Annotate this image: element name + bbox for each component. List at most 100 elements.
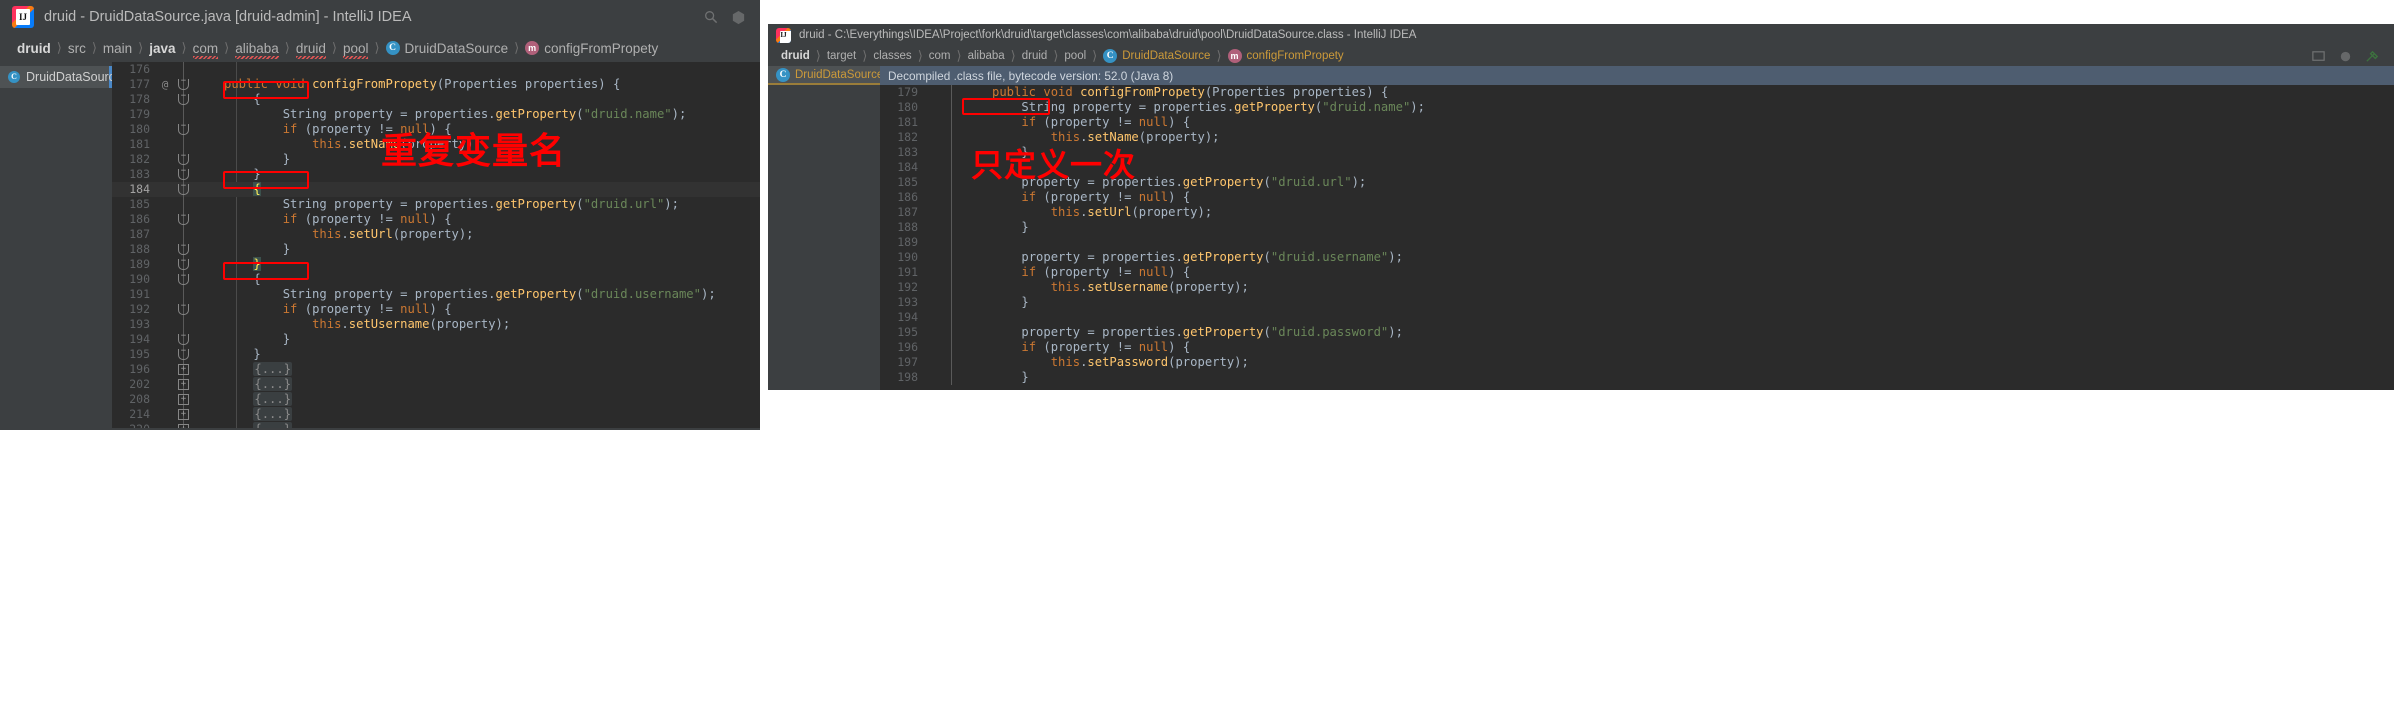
fold-collapse-icon[interactable] [178, 274, 189, 285]
fold-gutter[interactable] [172, 317, 194, 332]
fold-collapse-icon[interactable] [178, 184, 189, 195]
code-line[interactable]: 180 String property = properties.getProp… [880, 100, 2394, 115]
code-line[interactable]: 193 } [880, 295, 2394, 310]
fold-gutter[interactable] [940, 145, 962, 160]
code-line[interactable]: 186 if (property != null) { [112, 212, 760, 227]
fold-collapse-icon[interactable] [178, 214, 189, 225]
fold-gutter[interactable] [172, 392, 194, 407]
fold-gutter[interactable] [172, 77, 194, 92]
fold-gutter[interactable] [940, 325, 962, 340]
breadcrumb-item-2[interactable]: main [98, 41, 137, 56]
fold-gutter[interactable] [172, 167, 194, 182]
fold-gutter[interactable] [940, 100, 962, 115]
code-line[interactable]: 220 {...} [112, 422, 760, 428]
fold-gutter[interactable] [172, 257, 194, 272]
code-line[interactable]: 190 { [112, 272, 760, 287]
code-line[interactable]: 187 this.setUrl(property); [112, 227, 760, 242]
code-line[interactable]: 202 {...} [112, 377, 760, 392]
search-everywhere-icon[interactable] [704, 10, 719, 25]
breadcrumb-item-0[interactable]: druid [776, 50, 815, 62]
fold-gutter[interactable] [940, 340, 962, 355]
code-line[interactable]: 196 if (property != null) { [880, 340, 2394, 355]
code-line[interactable]: 178 { [112, 92, 760, 107]
code-line[interactable]: 193 this.setUsername(property); [112, 317, 760, 332]
fold-gutter[interactable] [940, 160, 962, 175]
fold-gutter[interactable] [940, 130, 962, 145]
code-line[interactable]: 188 } [880, 220, 2394, 235]
breadcrumb-item-0[interactable]: druid [12, 41, 56, 56]
code-line[interactable]: 188 } [112, 242, 760, 257]
breadcrumb-item-5[interactable]: druid [1017, 50, 1053, 62]
right-code-area[interactable]: 179 public void configFromPropety(Propert… [880, 85, 2394, 390]
fold-gutter[interactable] [940, 355, 962, 370]
fold-gutter[interactable] [172, 287, 194, 302]
fold-gutter[interactable] [172, 227, 194, 242]
breadcrumb-item-3[interactable]: java [144, 41, 180, 56]
ui-toggle-icon[interactable] [2338, 49, 2353, 64]
fold-gutter[interactable] [172, 122, 194, 137]
code-line[interactable]: 197 this.setPassword(property); [880, 355, 2394, 370]
code-line[interactable]: 185 String property = properties.getProp… [112, 197, 760, 212]
fold-expand-icon[interactable] [178, 424, 189, 428]
code-line[interactable]: 179 String property = properties.getProp… [112, 107, 760, 122]
fold-collapse-icon[interactable] [178, 334, 189, 345]
breadcrumb-item-method[interactable]: m configFromPropety [1223, 49, 1349, 63]
code-line[interactable]: 192 this.setUsername(property); [880, 280, 2394, 295]
fold-gutter[interactable] [172, 242, 194, 257]
fold-gutter[interactable] [172, 62, 194, 77]
fold-gutter[interactable] [172, 422, 194, 428]
fold-gutter[interactable] [940, 205, 962, 220]
code-line[interactable]: 191 if (property != null) { [880, 265, 2394, 280]
fold-collapse-icon[interactable] [178, 304, 189, 315]
fold-expand-icon[interactable] [178, 364, 189, 375]
fold-collapse-icon[interactable] [178, 349, 189, 360]
code-line[interactable]: 191 String property = properties.getProp… [112, 287, 760, 302]
fold-gutter[interactable] [940, 85, 962, 100]
breadcrumb-item-6[interactable]: druid [291, 41, 331, 59]
code-line[interactable]: 186 if (property != null) { [880, 190, 2394, 205]
fold-gutter[interactable] [940, 310, 962, 325]
code-line[interactable]: 177 @ public void configFromPropety(Proper… [112, 77, 760, 92]
fold-gutter[interactable] [172, 137, 194, 152]
fold-gutter[interactable] [172, 362, 194, 377]
code-line[interactable]: 198 } [880, 370, 2394, 385]
fold-gutter[interactable] [940, 265, 962, 280]
fold-expand-icon[interactable] [178, 409, 189, 420]
fold-gutter[interactable] [940, 220, 962, 235]
fold-expand-icon[interactable] [178, 379, 189, 390]
ui-toggle-icon[interactable] [731, 10, 746, 25]
code-line[interactable]: 194 } [112, 332, 760, 347]
fold-collapse-icon[interactable] [178, 259, 189, 270]
code-line[interactable]: 192 if (property != null) { [112, 302, 760, 317]
fold-gutter[interactable] [940, 295, 962, 310]
code-line[interactable]: 176 [112, 62, 760, 77]
breadcrumb-item-4[interactable]: com [188, 41, 224, 59]
code-line[interactable]: 179 public void configFromPropety(Propert… [880, 85, 2394, 100]
fold-gutter[interactable] [940, 115, 962, 130]
fold-collapse-icon[interactable] [178, 94, 189, 105]
code-line[interactable]: 189 } [112, 257, 760, 272]
fold-collapse-icon[interactable] [178, 154, 189, 165]
fold-gutter[interactable] [940, 235, 962, 250]
code-line[interactable]: 196 {...} [112, 362, 760, 377]
code-line[interactable]: 190 property = properties.getProperty("d… [880, 250, 2394, 265]
breadcrumb-item-1[interactable]: src [63, 41, 91, 56]
fold-gutter[interactable] [172, 152, 194, 167]
fold-gutter[interactable] [940, 190, 962, 205]
fold-collapse-icon[interactable] [178, 124, 189, 135]
fold-gutter[interactable] [172, 332, 194, 347]
left-code-area[interactable]: 176177 @ public void configFromPropety(Pro… [112, 62, 760, 428]
fold-gutter[interactable] [172, 182, 194, 197]
fold-gutter[interactable] [172, 407, 194, 422]
fold-gutter[interactable] [172, 347, 194, 362]
fold-gutter[interactable] [172, 92, 194, 107]
code-line[interactable]: 195 property = properties.getProperty("d… [880, 325, 2394, 340]
fold-gutter[interactable] [940, 280, 962, 295]
fold-gutter[interactable] [172, 197, 194, 212]
code-line[interactable]: 195 } [112, 347, 760, 362]
settings-gear-icon[interactable] [2311, 49, 2326, 64]
build-hammer-icon[interactable] [2365, 49, 2380, 64]
breadcrumb-item-5[interactable]: alibaba [230, 41, 284, 59]
fold-gutter[interactable] [172, 107, 194, 122]
breadcrumb-item-4[interactable]: alibaba [963, 50, 1010, 62]
